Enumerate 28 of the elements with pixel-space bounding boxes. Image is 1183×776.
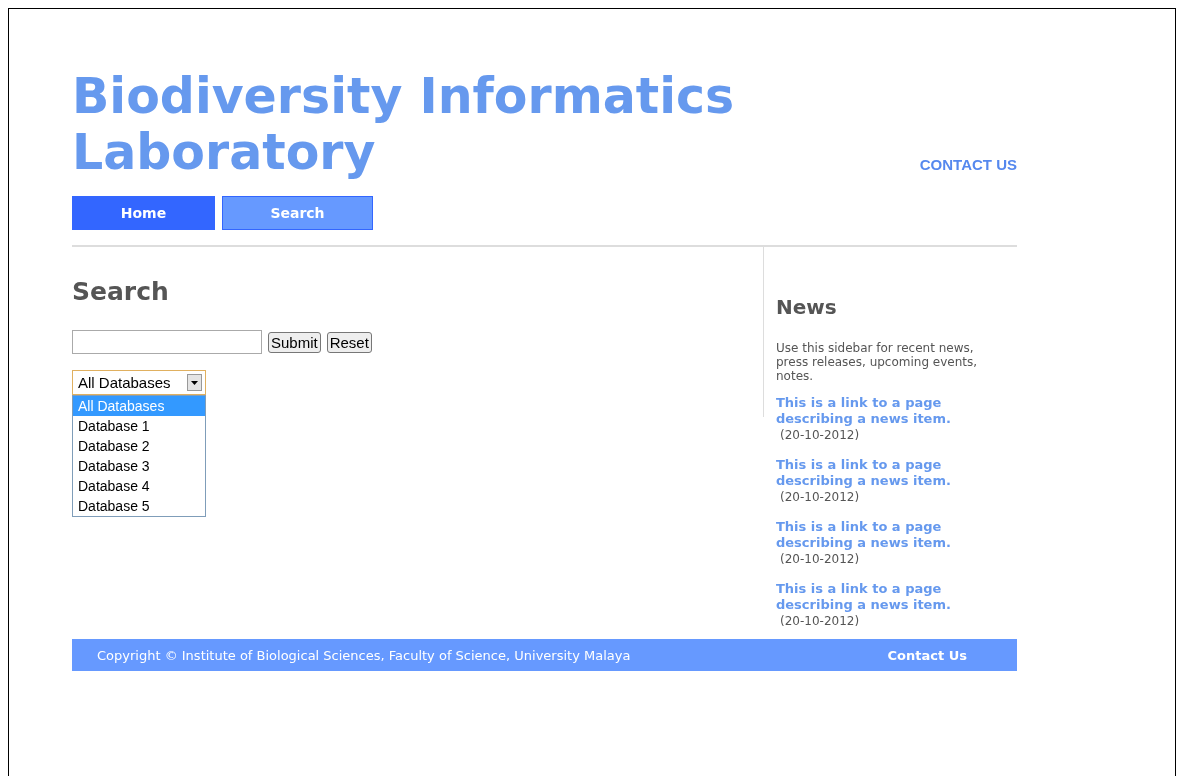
dropdown-option[interactable]: All Databases (73, 396, 205, 416)
search-field[interactable] (72, 330, 262, 354)
news-date: (20-10-2012) (780, 614, 860, 628)
database-dropdown[interactable]: All Databases (72, 370, 206, 395)
form-button[interactable]: Submit (268, 331, 321, 353)
news-link[interactable]: This is a link to a page describing a news item. (776, 457, 976, 489)
nav-tab[interactable]: Search (222, 196, 373, 230)
news-date: (20-10-2012) (780, 428, 860, 442)
dropdown-option[interactable]: Database 5 (73, 496, 205, 516)
caret-icon (187, 374, 202, 391)
nav-tab[interactable]: Home (72, 196, 215, 230)
dropdown-option[interactable]: Database 4 (73, 476, 205, 496)
contact-link[interactable]: CONTACT US (919, 156, 1017, 173)
news-intro: Use this sidebar for recent news, press releases, upcoming events, notes. (776, 341, 979, 383)
news-heading: News (776, 295, 838, 319)
news-date: (20-10-2012) (780, 490, 860, 504)
page-heading: Search (72, 277, 170, 306)
news-link[interactable]: This is a link to a page describing a news item. (776, 395, 976, 427)
news-link[interactable]: This is a link to a page describing a news item. (776, 519, 976, 551)
dropdown-option[interactable]: Database 1 (73, 416, 205, 436)
copyright-text: Copyright © Institute of Biological Sciences, Faculty of Science, University Malaya (97, 647, 631, 663)
form-button[interactable]: Reset (326, 331, 372, 353)
site-title: Biodiversity Informatics Laboratory (72, 69, 736, 181)
dropdown-option[interactable]: Database 2 (73, 436, 205, 456)
dropdown-option[interactable]: Database 3 (73, 456, 205, 476)
news-link[interactable]: This is a link to a page describing a news item. (776, 581, 976, 613)
footer-contact-link[interactable]: Contact Us (887, 647, 967, 663)
news-date: (20-10-2012) (780, 552, 860, 566)
